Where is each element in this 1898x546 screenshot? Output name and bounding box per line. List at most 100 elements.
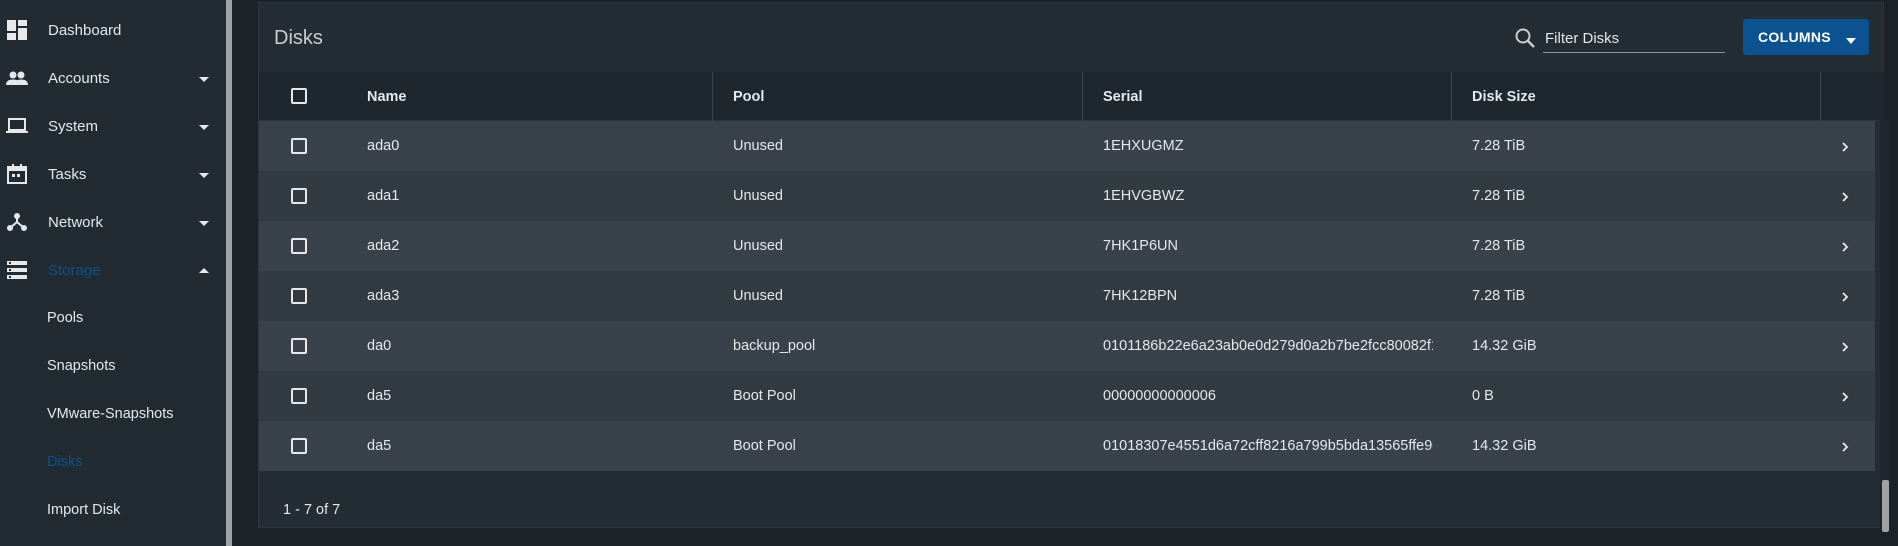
table-row[interactable]: da5 Boot Pool 01018307e4551d6a72cff8216a… bbox=[259, 421, 1875, 471]
chevron-right-icon[interactable] bbox=[1840, 140, 1850, 152]
chevron-right-icon[interactable] bbox=[1840, 290, 1850, 302]
table-header: Name Pool Serial Disk Size bbox=[259, 72, 1885, 121]
column-header-disk-size[interactable]: Disk Size bbox=[1472, 72, 1536, 121]
chevron-down-icon bbox=[1845, 33, 1857, 44]
cell-pool: Unused bbox=[733, 188, 783, 204]
chevron-down-icon bbox=[198, 168, 210, 180]
cell-pool: Unused bbox=[733, 138, 783, 154]
cell-disk-size: 14.32 GiB bbox=[1472, 338, 1537, 354]
cell-disk-size: 7.28 TiB bbox=[1472, 188, 1526, 204]
cell-serial: 00000000000006 bbox=[1103, 388, 1216, 404]
row-checkbox[interactable] bbox=[291, 188, 307, 204]
cell-pool: Unused bbox=[733, 288, 783, 304]
column-divider bbox=[1451, 72, 1452, 121]
chevron-down-icon bbox=[198, 72, 210, 84]
sidebar-subitem-label: Disks bbox=[47, 454, 83, 470]
search-icon[interactable] bbox=[1514, 27, 1536, 49]
storage-icon bbox=[5, 258, 29, 282]
sidebar-item-label: Accounts bbox=[48, 69, 110, 87]
disks-card: Disks COLUMNS Name Pool Serial Disk Size… bbox=[258, 2, 1885, 528]
chevron-right-icon[interactable] bbox=[1840, 340, 1850, 352]
chevron-right-icon[interactable] bbox=[1840, 190, 1850, 202]
table-row[interactable]: ada0 Unused 1EHXUGMZ 7.28 TiB bbox=[259, 121, 1875, 171]
sidebar-subitem-pools[interactable]: Pools bbox=[0, 294, 226, 342]
cell-name: ada0 bbox=[367, 138, 400, 154]
pagination-label: 1 - 7 of 7 bbox=[283, 502, 341, 518]
column-header-name[interactable]: Name bbox=[367, 72, 407, 121]
cell-pool: backup_pool bbox=[733, 338, 816, 354]
cell-serial: 1EHXUGMZ bbox=[1103, 138, 1184, 154]
cell-serial: 0101186b22e6a23ab0e0d279d0a2b7be2fcc8008… bbox=[1103, 338, 1433, 354]
filter-disks-input[interactable] bbox=[1543, 25, 1725, 53]
cell-name: da5 bbox=[367, 438, 392, 454]
sidebar-item-label: System bbox=[48, 117, 99, 135]
laptop-icon bbox=[5, 114, 29, 138]
sidebar-subitem-label: VMware-Snapshots bbox=[47, 406, 174, 422]
sidebar-subitem-import-disk[interactable]: Import Disk bbox=[0, 486, 226, 534]
table-row[interactable]: da5 Boot Pool 00000000000006 0 B bbox=[259, 371, 1875, 421]
sidebar-item-label: Storage bbox=[48, 261, 101, 279]
row-checkbox[interactable] bbox=[291, 388, 307, 404]
column-divider bbox=[1082, 72, 1083, 121]
column-header-pool[interactable]: Pool bbox=[733, 72, 764, 121]
table-row[interactable]: ada1 Unused 1EHVGBWZ 7.28 TiB bbox=[259, 171, 1875, 221]
page-title: Disks bbox=[274, 27, 323, 49]
table-row[interactable]: da0 backup_pool 0101186b22e6a23ab0e0d279… bbox=[259, 321, 1875, 371]
row-checkbox[interactable] bbox=[291, 338, 307, 354]
cell-serial: 7HK12BPN bbox=[1103, 288, 1178, 304]
scroll-track bbox=[1880, 120, 1890, 530]
cell-name: ada2 bbox=[367, 238, 400, 254]
chevron-down-icon bbox=[198, 216, 210, 228]
chevron-up-icon bbox=[198, 264, 210, 276]
dashboard-icon bbox=[5, 18, 29, 42]
sidebar-subitem-label: Pools bbox=[47, 310, 84, 326]
sidebar-item-network[interactable]: Network bbox=[0, 198, 226, 246]
chevron-right-icon[interactable] bbox=[1840, 440, 1850, 452]
cell-serial: 1EHVGBWZ bbox=[1103, 188, 1185, 204]
cell-disk-size: 7.28 TiB bbox=[1472, 138, 1526, 154]
sidebar-item-dashboard[interactable]: Dashboard bbox=[0, 6, 226, 54]
row-checkbox[interactable] bbox=[291, 438, 307, 454]
column-header-serial[interactable]: Serial bbox=[1103, 72, 1143, 121]
table-row[interactable]: ada2 Unused 7HK1P6UN 7.28 TiB bbox=[259, 221, 1875, 271]
sidebar-scrollbar[interactable] bbox=[226, 0, 232, 546]
cell-disk-size: 14.32 GiB bbox=[1472, 438, 1537, 454]
sidebar-subitem-snapshots[interactable]: Snapshots bbox=[0, 342, 226, 390]
network-icon bbox=[5, 210, 29, 234]
sidebar-subitem-vmware-snapshots[interactable]: VMware-Snapshots bbox=[0, 390, 226, 438]
sidebar-item-storage[interactable]: Storage bbox=[0, 246, 226, 294]
people-icon bbox=[5, 66, 29, 90]
cell-name: ada3 bbox=[367, 288, 400, 304]
column-divider bbox=[712, 72, 713, 121]
calendar-icon bbox=[5, 162, 29, 186]
row-checkbox[interactable] bbox=[291, 238, 307, 254]
cell-serial: 7HK1P6UN bbox=[1103, 238, 1178, 254]
sidebar-subitem-label: Snapshots bbox=[47, 358, 116, 374]
cell-name: da5 bbox=[367, 388, 392, 404]
cell-pool: Boot Pool bbox=[733, 438, 796, 454]
columns-button[interactable]: COLUMNS bbox=[1743, 19, 1869, 55]
row-checkbox[interactable] bbox=[291, 138, 307, 154]
columns-button-label: COLUMNS bbox=[1758, 29, 1831, 45]
sidebar-item-label: Dashboard bbox=[48, 21, 122, 39]
sidebar-item-accounts[interactable]: Accounts bbox=[0, 54, 226, 102]
row-checkbox[interactable] bbox=[291, 288, 307, 304]
cell-pool: Boot Pool bbox=[733, 388, 796, 404]
sidebar-item-label: Network bbox=[48, 213, 104, 231]
sidebar-item-tasks[interactable]: Tasks bbox=[0, 150, 226, 198]
chevron-right-icon[interactable] bbox=[1840, 390, 1850, 402]
sidebar-item-system[interactable]: System bbox=[0, 102, 226, 150]
cell-disk-size: 7.28 TiB bbox=[1472, 288, 1526, 304]
chevron-right-icon[interactable] bbox=[1840, 240, 1850, 252]
vertical-scrollbar[interactable] bbox=[1882, 480, 1889, 532]
select-all-checkbox[interactable] bbox=[291, 88, 307, 104]
sidebar-subitem-label: Import Disk bbox=[47, 502, 121, 518]
cell-name: ada1 bbox=[367, 188, 400, 204]
cell-disk-size: 7.28 TiB bbox=[1472, 238, 1526, 254]
cell-disk-size: 0 B bbox=[1472, 388, 1494, 404]
table-row[interactable]: ada3 Unused 7HK12BPN 7.28 TiB bbox=[259, 271, 1875, 321]
chevron-down-icon bbox=[198, 120, 210, 132]
sidebar-subitem-disks[interactable]: Disks bbox=[0, 438, 226, 486]
cell-serial: 01018307e4551d6a72cff8216a799b5bda13565f… bbox=[1103, 438, 1433, 454]
column-divider bbox=[1820, 72, 1821, 121]
